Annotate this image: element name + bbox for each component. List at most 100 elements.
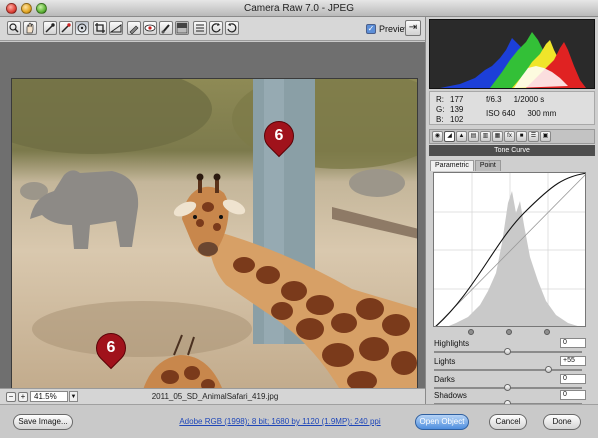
slider-thumb[interactable] <box>504 348 511 355</box>
aperture-value: f/6.3 <box>486 95 502 104</box>
eyedropper-icon <box>45 23 55 33</box>
slider-darks: Darks 0 <box>434 374 592 391</box>
panel-tab-strip: ◉ ◢ ▲ ▤ ▥ ▦ fx ■ ☰ ▣ <box>429 129 595 144</box>
tab-tone-curve[interactable]: ◢ <box>444 131 455 142</box>
section-title: Tone Curve <box>429 145 595 156</box>
graduated-filter-tool[interactable] <box>175 21 189 35</box>
effects-icon: fx <box>507 133 512 139</box>
darks-value-field[interactable]: 0 <box>560 374 586 384</box>
preview-status-bar: − + 41.5% ▼ 2011_05_SD_AnimalSafari_419.… <box>0 388 425 404</box>
fullscreen-button[interactable]: ⇥ <box>405 20 421 36</box>
white-balance-tool[interactable] <box>43 21 57 35</box>
zoom-level-field[interactable]: 41.5% <box>30 391 68 402</box>
tab-camera-calibration[interactable]: ■ <box>516 131 527 142</box>
shadows-value-field[interactable]: 0 <box>560 390 586 400</box>
r-value: 177 <box>450 95 464 104</box>
tab-snapshots[interactable]: ▣ <box>540 131 551 142</box>
magnifier-icon <box>9 23 19 33</box>
detail-icon: ▲ <box>458 133 465 139</box>
zoom-dropdown-button[interactable]: ▼ <box>69 391 78 402</box>
g-value: 139 <box>450 105 464 114</box>
tone-curve-icon: ◢ <box>447 133 452 139</box>
slider-highlights: Highlights 0 <box>434 338 592 355</box>
histogram <box>429 19 595 89</box>
done-button[interactable]: Done <box>543 414 581 430</box>
open-object-button[interactable]: Open Object <box>415 414 469 430</box>
zoom-out-button[interactable]: − <box>6 392 16 402</box>
split-handle[interactable] <box>544 329 550 335</box>
save-image-button[interactable]: Save Image... <box>13 414 73 430</box>
slider-thumb[interactable] <box>504 384 511 391</box>
slider-label: Darks <box>434 375 455 384</box>
region-split-handles <box>433 329 586 335</box>
snapshots-icon: ▣ <box>542 133 549 139</box>
lights-value-field[interactable]: +55 <box>560 356 586 366</box>
tab-effects[interactable]: fx <box>504 131 515 142</box>
g-label: G: <box>436 105 445 114</box>
crop-tool[interactable] <box>93 21 107 35</box>
focal-length-value: 300 mm <box>527 109 557 118</box>
giraffe-photo <box>12 79 417 391</box>
targeted-adjustment-tool[interactable] <box>75 21 89 35</box>
tab-presets[interactable]: ☰ <box>528 131 539 142</box>
fullscreen-icon: ⇥ <box>408 22 418 33</box>
rotate-left-button[interactable] <box>209 21 223 35</box>
preferences-button[interactable] <box>193 21 207 35</box>
tab-lens-corrections[interactable]: ▦ <box>492 131 503 142</box>
presets-icon: ☰ <box>530 133 537 139</box>
adjustment-brush-tool[interactable] <box>159 21 173 35</box>
tab-parametric[interactable]: Parametric <box>430 160 474 171</box>
split-handle[interactable] <box>468 329 474 335</box>
preferences-icon <box>196 24 204 32</box>
zoom-tool[interactable] <box>7 21 21 35</box>
tab-split-toning[interactable]: ▥ <box>480 131 491 142</box>
shutter-value: 1/2000 s <box>513 95 545 104</box>
straighten-tool[interactable] <box>109 21 123 35</box>
slider-lights: Lights +55 <box>434 356 592 373</box>
aperture-icon: ◉ <box>434 133 441 139</box>
curve-mode-tabs: Parametric Point <box>430 160 501 171</box>
hsl-icon: ▤ <box>470 133 477 139</box>
histogram-graph <box>440 32 586 88</box>
tab-point[interactable]: Point <box>474 160 501 171</box>
color-sampler-tool[interactable] <box>59 21 73 35</box>
slider-label: Lights <box>434 357 456 366</box>
preview-checkbox[interactable]: ✓ <box>366 24 376 34</box>
brush-icon <box>161 24 170 34</box>
hand-tool[interactable] <box>23 21 37 35</box>
red-eye-icon <box>144 24 156 32</box>
cancel-button[interactable]: Cancel <box>489 414 527 430</box>
hand-icon <box>26 22 34 34</box>
lens-icon: ▦ <box>494 133 501 139</box>
split-toning-icon: ▥ <box>482 133 489 139</box>
slider-label: Shadows <box>434 391 467 400</box>
crop-icon <box>95 23 105 33</box>
b-value: 102 <box>450 115 464 124</box>
title-bar: Camera Raw 7.0 - JPEG <box>0 0 598 17</box>
tab-hsl[interactable]: ▤ <box>468 131 479 142</box>
tone-curve-plot <box>434 173 585 326</box>
split-handle[interactable] <box>506 329 512 335</box>
rotate-right-button[interactable] <box>225 21 239 35</box>
zoom-in-button[interactable]: + <box>18 392 28 402</box>
photo-preview[interactable]: 6 6 <box>11 78 418 392</box>
spot-removal-icon <box>129 25 139 35</box>
tone-curve-graph[interactable] <box>433 172 586 327</box>
slider-label: Highlights <box>434 339 470 348</box>
spot-removal-tool[interactable] <box>127 21 141 35</box>
camera-icon: ■ <box>519 133 524 139</box>
minus-icon: − <box>8 392 14 401</box>
color-sampler-icon <box>61 23 71 33</box>
adjustments-panel: R: 177 G: 139 B: 102 f/6.3 1/2000 s ISO 640 3… <box>425 17 598 407</box>
slider-track[interactable] <box>434 369 582 371</box>
highlights-value-field[interactable]: 0 <box>560 338 586 348</box>
tab-basic[interactable]: ◉ <box>432 131 443 142</box>
slider-thumb[interactable] <box>544 366 552 373</box>
gradient-icon <box>176 22 188 34</box>
workflow-options-link[interactable]: Adobe RGB (1998); 8 bit; 1680 by 1120 (1… <box>160 417 400 426</box>
red-eye-tool[interactable] <box>143 21 157 35</box>
image-preview-area: 6 6 <box>0 42 425 392</box>
r-label: R: <box>436 95 444 104</box>
target-adjust-icon <box>77 23 87 33</box>
tab-detail[interactable]: ▲ <box>456 131 467 142</box>
